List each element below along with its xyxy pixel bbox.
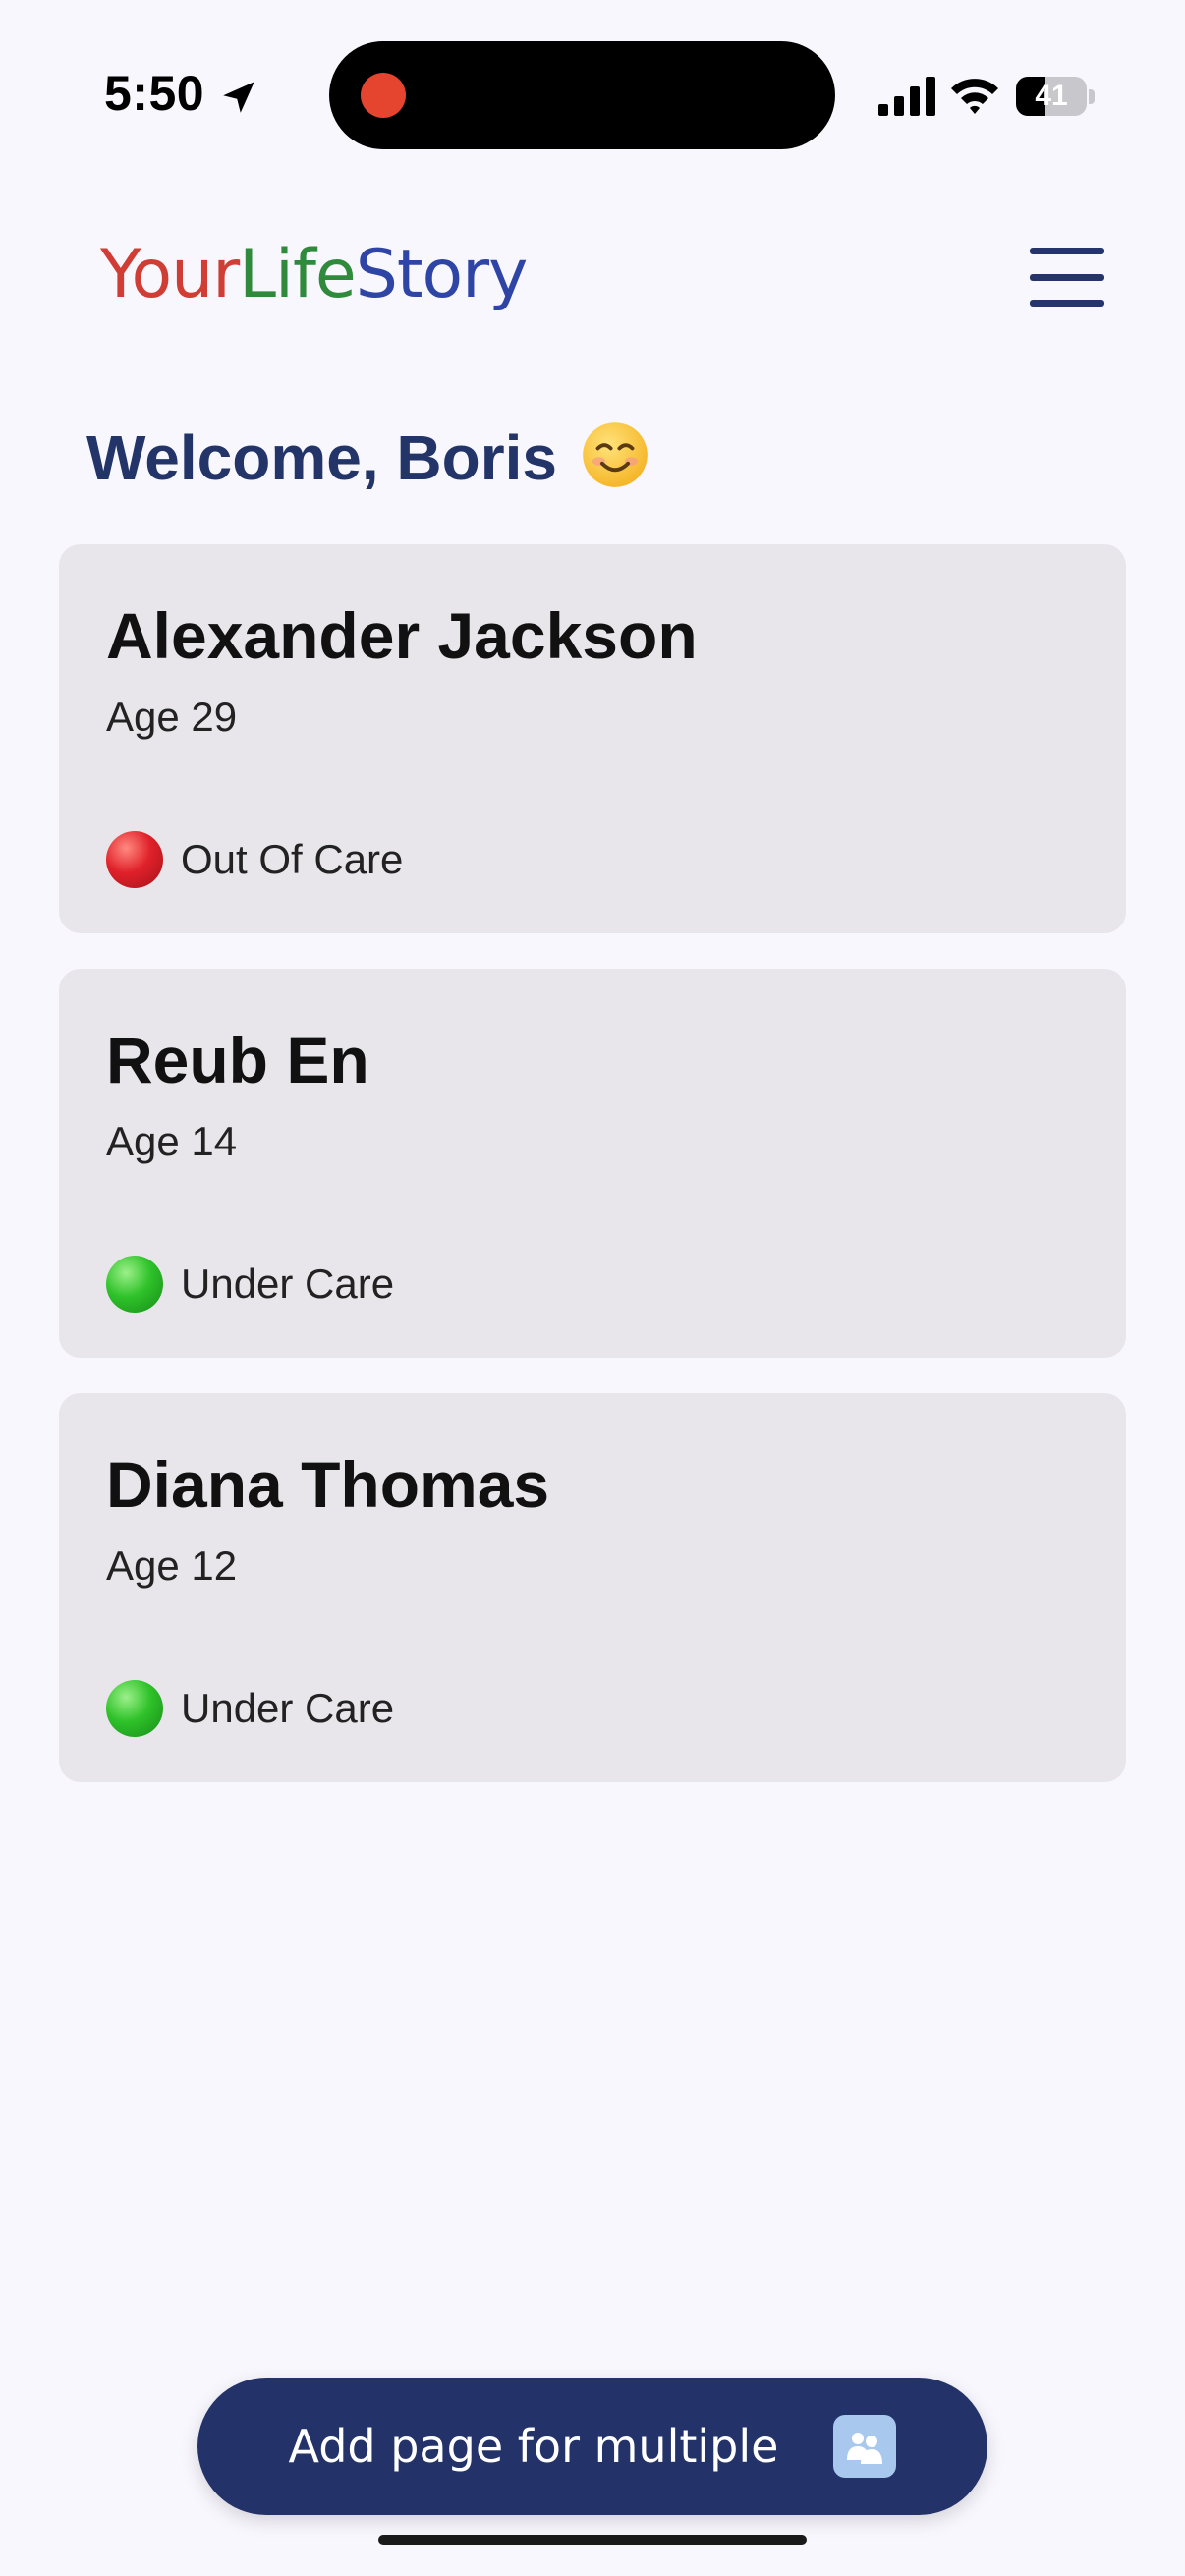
care-status: Under Care [106, 1680, 394, 1737]
care-status: Out Of Care [106, 831, 403, 888]
people-icon [833, 2415, 897, 2478]
logo-part-story: Story [355, 236, 529, 313]
recording-indicator-icon [361, 73, 406, 118]
person-name: Diana Thomas [106, 1448, 550, 1521]
hamburger-menu-icon[interactable] [1030, 248, 1104, 307]
logo-part-your: Your [100, 236, 240, 313]
menu-line [1030, 273, 1104, 281]
add-button-label: Add page for multiple [288, 2420, 779, 2473]
welcome-text: Welcome, Boris [86, 422, 557, 493]
person-age: Age 14 [106, 1118, 238, 1164]
add-page-for-multiple-button[interactable]: Add page for multiple [198, 2378, 988, 2515]
care-status-label: Out Of Care [181, 836, 404, 882]
home-indicator[interactable] [378, 2535, 807, 2545]
green-status-dot-icon [106, 1680, 163, 1737]
person-name: Reub En [106, 1024, 369, 1096]
logo-part-life: Life [239, 236, 357, 313]
app-logo[interactable]: YourLifeStory [100, 236, 529, 313]
person-age: Age 12 [106, 1542, 238, 1589]
wifi-icon [951, 79, 998, 114]
care-status-label: Under Care [181, 1260, 395, 1307]
location-arrow-icon [223, 82, 254, 113]
care-status-label: Under Care [181, 1685, 395, 1731]
smiling-face-icon [582, 422, 648, 487]
red-status-dot-icon [106, 831, 163, 888]
person-card-alexander-jackson[interactable]: Alexander Jackson Age 29 Out Of Care [59, 544, 1126, 933]
person-name: Alexander Jackson [106, 599, 698, 672]
signal-icon [878, 77, 935, 116]
green-status-dot-icon [106, 1256, 163, 1313]
care-status: Under Care [106, 1256, 394, 1313]
person-age: Age 29 [106, 694, 238, 740]
menu-line [1030, 248, 1104, 254]
battery-level: 41 [1035, 80, 1068, 112]
person-card-reub-en[interactable]: Reub En Age 14 Under Care [59, 969, 1126, 1358]
battery-cap [1089, 89, 1095, 104]
app-screen: 5:50 41 YourLifeStory Welcome, Boris Ale… [0, 0, 1185, 2576]
menu-line [1030, 300, 1104, 307]
person-card-diana-thomas[interactable]: Diana Thomas Age 12 Under Care [59, 1393, 1126, 1782]
welcome-heading: Welcome, Boris [86, 420, 649, 494]
battery-icon: 41 [1016, 77, 1087, 116]
status-time: 5:50 [104, 66, 205, 121]
